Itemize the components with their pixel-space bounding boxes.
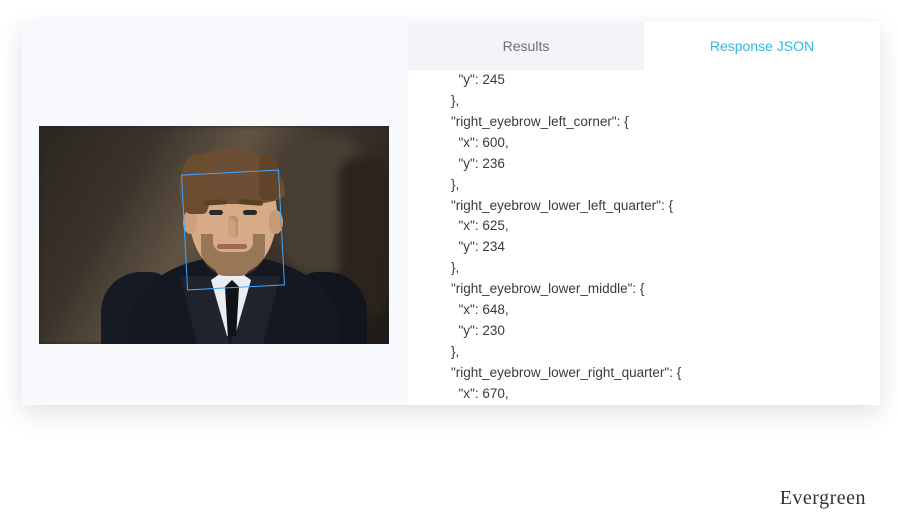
main-container: Results Response JSON "y": 245 }, "right… xyxy=(22,22,880,405)
tab-results[interactable]: Results xyxy=(408,22,644,70)
output-panel: Results Response JSON "y": 245 }, "right… xyxy=(408,22,880,405)
output-tabs: Results Response JSON xyxy=(408,22,880,70)
image-panel xyxy=(22,22,408,405)
response-json-view[interactable]: "y": 245 }, "right_eyebrow_left_corner":… xyxy=(408,70,880,405)
watermark: Evergreen xyxy=(780,487,866,510)
tab-response-json[interactable]: Response JSON xyxy=(644,22,880,70)
input-photo xyxy=(39,126,389,344)
